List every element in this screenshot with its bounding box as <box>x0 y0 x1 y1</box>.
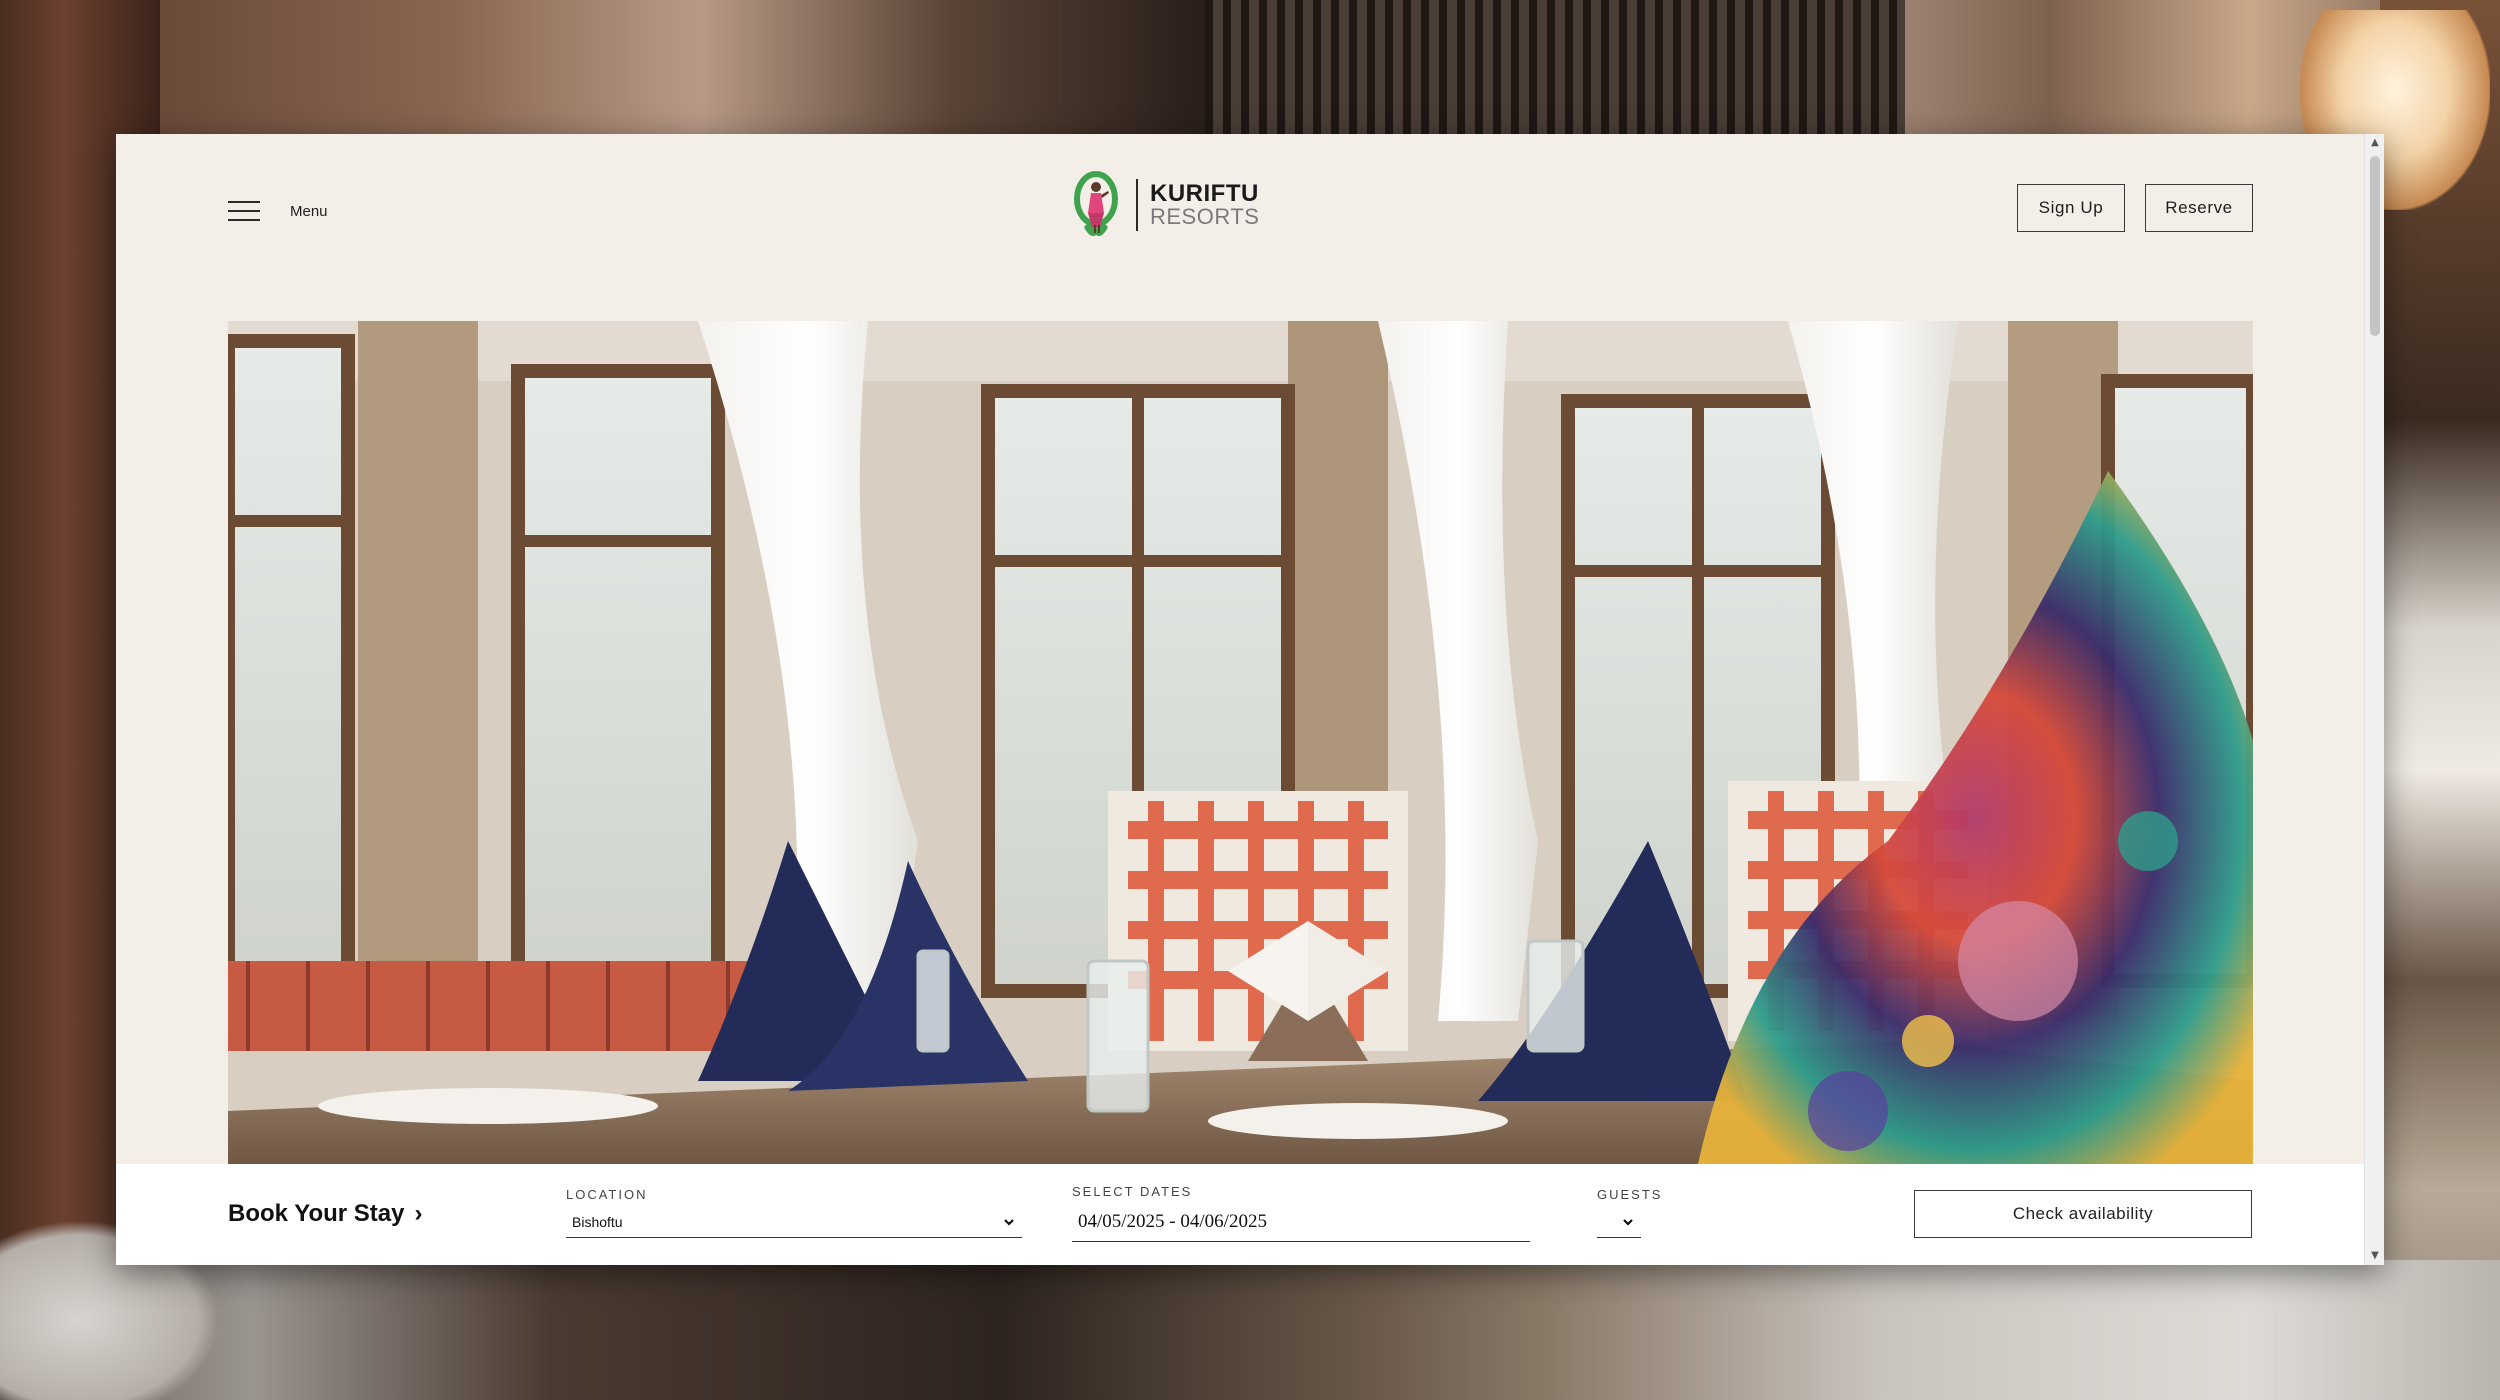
guests-label: GUESTS <box>1597 1187 1663 1202</box>
chevron-down-icon <box>1623 1218 1633 1226</box>
site-logo[interactable]: KURIFTU RESORTS <box>1074 168 1259 242</box>
sign-up-button[interactable]: Sign Up <box>2017 184 2125 232</box>
booking-bar: Book Your Stay › LOCATION Bishoftu SELEC… <box>116 1164 2364 1265</box>
vertical-scrollbar[interactable]: ▲ ▼ <box>2364 134 2384 1265</box>
logo-title: KURIFTU <box>1150 180 1259 207</box>
logo-text: KURIFTU RESORTS <box>1150 182 1259 228</box>
check-availability-button[interactable]: Check availability <box>1914 1190 2252 1238</box>
logo-subtitle: RESORTS <box>1150 204 1260 229</box>
date-range-input[interactable]: 04/05/2025 - 04/06/2025 <box>1072 1202 1530 1242</box>
chevron-down-icon <box>1004 1218 1014 1226</box>
chevron-right-icon: › <box>414 1200 423 1227</box>
book-your-stay-label: Book Your Stay <box>228 1200 405 1227</box>
hamburger-icon <box>228 201 260 221</box>
scrollbar-thumb[interactable] <box>2370 156 2380 336</box>
kuriftu-logo-icon <box>1074 171 1118 236</box>
background-floor <box>0 1260 2500 1400</box>
background-bed <box>2380 0 2500 1400</box>
location-select[interactable]: Bishoftu <box>566 1206 1022 1238</box>
browser-window: Menu KURIFTU RESORTS Sign Up Reserve Boo… <box>116 134 2384 1265</box>
scroll-down-arrow-icon[interactable]: ▼ <box>2365 1247 2384 1265</box>
site-header: Menu KURIFTU RESORTS Sign Up Reserve <box>116 134 2364 324</box>
restaurant-dining-photo <box>228 321 2253 1164</box>
hero-image <box>228 321 2253 1164</box>
background-slats <box>1205 0 1905 140</box>
scroll-up-arrow-icon[interactable]: ▲ <box>2365 134 2384 152</box>
guests-select[interactable] <box>1597 1206 1641 1238</box>
logo-divider <box>1136 179 1138 231</box>
location-label: LOCATION <box>566 1187 648 1202</box>
menu-label: Menu <box>290 202 328 220</box>
book-your-stay-link[interactable]: Book Your Stay › <box>228 1200 422 1228</box>
date-range-value: 04/05/2025 - 04/06/2025 <box>1078 1210 1267 1232</box>
dates-label: SELECT DATES <box>1072 1184 1193 1199</box>
menu-button[interactable]: Menu <box>228 186 328 236</box>
reserve-button[interactable]: Reserve <box>2145 184 2253 232</box>
location-value: Bishoftu <box>572 1213 623 1230</box>
